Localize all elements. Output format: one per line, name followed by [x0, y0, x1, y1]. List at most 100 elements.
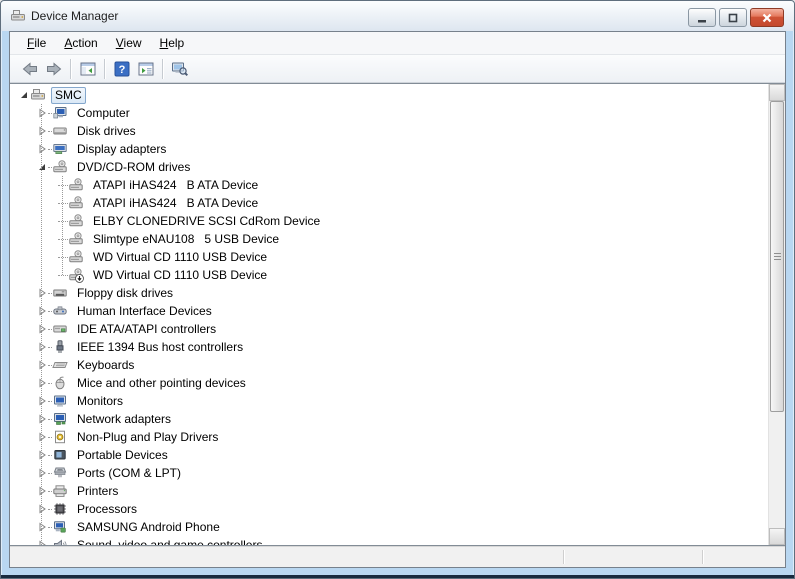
menu-action[interactable]: Action	[55, 33, 106, 53]
tree-item-label[interactable]: Printers	[73, 483, 122, 500]
tree-item[interactable]: SAMSUNG Android Phone	[10, 518, 768, 536]
expand-icon[interactable]	[36, 392, 48, 410]
show-action-pane-button[interactable]	[134, 58, 158, 80]
tree-item-label[interactable]: Ports (COM & LPT)	[73, 465, 185, 482]
tree-item-label[interactable]: Sound, video and game controllers	[73, 537, 266, 546]
tree-item-label[interactable]: WD Virtual CD 1110 USB Device	[89, 267, 271, 284]
expand-icon[interactable]	[36, 446, 48, 464]
tree-item-label[interactable]: DVD/CD-ROM drives	[73, 159, 194, 176]
maximize-button[interactable]	[719, 8, 747, 27]
close-icon	[761, 12, 773, 24]
tree-guide-line	[62, 176, 63, 275]
expand-icon[interactable]	[36, 284, 48, 302]
tree-item[interactable]: Sound, video and game controllers	[10, 536, 768, 545]
network-adapter-icon	[52, 411, 68, 427]
tree-item-label[interactable]: Display adapters	[73, 141, 170, 158]
tree-item-label[interactable]: Mice and other pointing devices	[73, 375, 250, 392]
expand-icon[interactable]	[36, 536, 48, 545]
scan-for-hardware-changes-button[interactable]	[168, 58, 192, 80]
collapse-icon[interactable]	[36, 158, 48, 176]
tree-item-label[interactable]: Non-Plug and Play Drivers	[73, 429, 222, 446]
tree-item-label[interactable]: Disk drives	[73, 123, 140, 140]
tree-item-label[interactable]: ELBY CLONEDRIVE SCSI CdRom Device	[89, 213, 324, 230]
tree-item-label[interactable]: Network adapters	[73, 411, 175, 428]
tree-item-label[interactable]: ATAPI iHAS424 B ATA Device	[89, 195, 262, 212]
tree-connector	[58, 239, 68, 240]
tree-item[interactable]: ATAPI iHAS424 B ATA Device	[10, 176, 768, 194]
expand-icon[interactable]	[36, 338, 48, 356]
expand-icon[interactable]	[36, 464, 48, 482]
tree-item[interactable]: Disk drives	[10, 122, 768, 140]
vertical-scrollbar[interactable]	[768, 84, 785, 545]
tree-item-label[interactable]: Monitors	[73, 393, 127, 410]
tree-item-label[interactable]: Processors	[73, 501, 141, 518]
tree-item-label[interactable]: IEEE 1394 Bus host controllers	[73, 339, 247, 356]
tree-item[interactable]: Floppy disk drives	[10, 284, 768, 302]
expand-icon[interactable]	[36, 428, 48, 446]
expand-icon[interactable]	[36, 518, 48, 536]
scrollbar-thumb[interactable]	[770, 101, 784, 412]
minimize-button[interactable]	[688, 8, 716, 27]
tree-item-label[interactable]: Keyboards	[73, 357, 138, 374]
tree-item-label[interactable]: Slimtype eNAU108 5 USB Device	[89, 231, 283, 248]
menu-help[interactable]: Help	[151, 33, 194, 53]
tree-item[interactable]: Processors	[10, 500, 768, 518]
tree-item[interactable]: ATAPI iHAS424 B ATA Device	[10, 194, 768, 212]
tree-item-label[interactable]: Portable Devices	[73, 447, 172, 464]
tree-item-label[interactable]: WD Virtual CD 1110 USB Device	[89, 249, 271, 266]
tree-item-label[interactable]: Floppy disk drives	[73, 285, 177, 302]
back-button[interactable]	[18, 58, 42, 80]
tree-item[interactable]: Human Interface Devices	[10, 302, 768, 320]
tree-item-label[interactable]: SMC	[51, 87, 86, 104]
show-console-tree-button[interactable]	[76, 58, 100, 80]
expand-icon[interactable]	[36, 500, 48, 518]
tree-item[interactable]: ELBY CLONEDRIVE SCSI CdRom Device	[10, 212, 768, 230]
scan-hardware-icon	[171, 60, 189, 78]
tree-item-label[interactable]: IDE ATA/ATAPI controllers	[73, 321, 220, 338]
monitor-icon	[52, 393, 68, 409]
tree-item[interactable]: Computer	[10, 104, 768, 122]
tree-item-label[interactable]: Human Interface Devices	[73, 303, 216, 320]
collapse-icon[interactable]	[18, 86, 30, 104]
tree-item[interactable]: Keyboards	[10, 356, 768, 374]
tree-item[interactable]: Display adapters	[10, 140, 768, 158]
device-manager-icon	[30, 87, 46, 103]
tree-item[interactable]: IEEE 1394 Bus host controllers	[10, 338, 768, 356]
menu-file[interactable]: File	[18, 33, 55, 53]
tree-item[interactable]: Mice and other pointing devices	[10, 374, 768, 392]
device-tree-panel: SMCComputerDisk drivesDisplay adaptersDV…	[10, 83, 785, 546]
statusbar-divider	[702, 550, 704, 564]
forward-button[interactable]	[42, 58, 66, 80]
scroll-down-button[interactable]	[769, 528, 785, 545]
tree-item[interactable]: Printers	[10, 482, 768, 500]
tree-item[interactable]: Monitors	[10, 392, 768, 410]
tree-item[interactable]: Slimtype eNAU108 5 USB Device	[10, 230, 768, 248]
expand-icon[interactable]	[36, 140, 48, 158]
titlebar[interactable]: Device Manager	[1, 1, 794, 31]
android-phone-icon	[52, 519, 68, 535]
tree-item-label[interactable]: ATAPI iHAS424 B ATA Device	[89, 177, 262, 194]
tree-item-label[interactable]: SAMSUNG Android Phone	[73, 519, 224, 536]
tree-item[interactable]: Non-Plug and Play Drivers	[10, 428, 768, 446]
tree-item[interactable]: Portable Devices	[10, 446, 768, 464]
expand-icon[interactable]	[36, 374, 48, 392]
tree-item[interactable]: WD Virtual CD 1110 USB Device	[10, 266, 768, 284]
expand-icon[interactable]	[36, 320, 48, 338]
tree-item[interactable]: WD Virtual CD 1110 USB Device	[10, 248, 768, 266]
expand-icon[interactable]	[36, 104, 48, 122]
expand-icon[interactable]	[36, 122, 48, 140]
expand-icon[interactable]	[36, 302, 48, 320]
help-button[interactable]: ?	[110, 58, 134, 80]
expand-icon[interactable]	[36, 482, 48, 500]
close-button[interactable]	[750, 8, 784, 27]
scroll-up-button[interactable]	[769, 84, 785, 101]
tree-item[interactable]: SMC	[10, 86, 768, 104]
expand-icon[interactable]	[36, 356, 48, 374]
tree-item[interactable]: DVD/CD-ROM drives	[10, 158, 768, 176]
tree-item[interactable]: Network adapters	[10, 410, 768, 428]
tree-item[interactable]: Ports (COM & LPT)	[10, 464, 768, 482]
tree-item[interactable]: IDE ATA/ATAPI controllers	[10, 320, 768, 338]
expand-icon[interactable]	[36, 410, 48, 428]
menu-view[interactable]: View	[107, 33, 151, 53]
tree-item-label[interactable]: Computer	[73, 105, 134, 122]
